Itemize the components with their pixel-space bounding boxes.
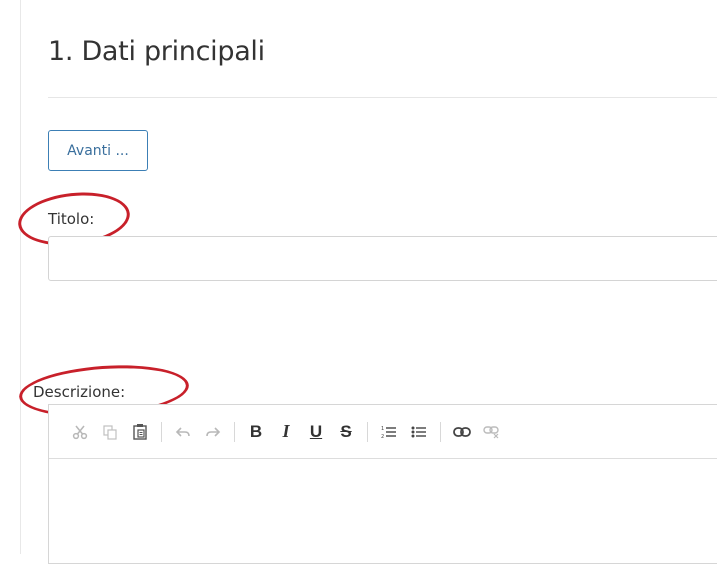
unlink-icon[interactable] bbox=[479, 420, 505, 444]
title-divider bbox=[48, 97, 717, 98]
toolbar-separator bbox=[440, 421, 441, 442]
toolbar-separator bbox=[161, 421, 162, 442]
copy-icon[interactable] bbox=[97, 420, 123, 444]
left-border-rule bbox=[20, 0, 21, 554]
undo-icon[interactable] bbox=[170, 420, 196, 444]
description-editor: B I U S 12 bbox=[48, 404, 717, 564]
bold-icon[interactable]: B bbox=[243, 420, 269, 444]
page-title: 1. Dati principali bbox=[48, 36, 265, 67]
bulleted-list-icon[interactable] bbox=[406, 420, 432, 444]
underline-icon[interactable]: U bbox=[303, 420, 329, 444]
svg-text:2: 2 bbox=[381, 434, 384, 439]
next-button[interactable]: Avanti ... bbox=[48, 130, 148, 171]
description-editor-content[interactable] bbox=[49, 459, 717, 559]
svg-text:1: 1 bbox=[381, 426, 384, 432]
numbered-list-icon[interactable]: 12 bbox=[376, 420, 402, 444]
redo-icon[interactable] bbox=[200, 420, 226, 444]
cut-icon[interactable] bbox=[67, 420, 93, 444]
strikethrough-icon[interactable]: S bbox=[333, 420, 359, 444]
italic-icon[interactable]: I bbox=[273, 420, 299, 444]
paste-icon[interactable] bbox=[127, 420, 153, 444]
toolbar-separator bbox=[234, 421, 235, 442]
editor-toolbar: B I U S 12 bbox=[49, 405, 717, 459]
title-input[interactable] bbox=[48, 236, 717, 281]
toolbar-separator bbox=[367, 421, 368, 442]
link-icon[interactable] bbox=[449, 420, 475, 444]
